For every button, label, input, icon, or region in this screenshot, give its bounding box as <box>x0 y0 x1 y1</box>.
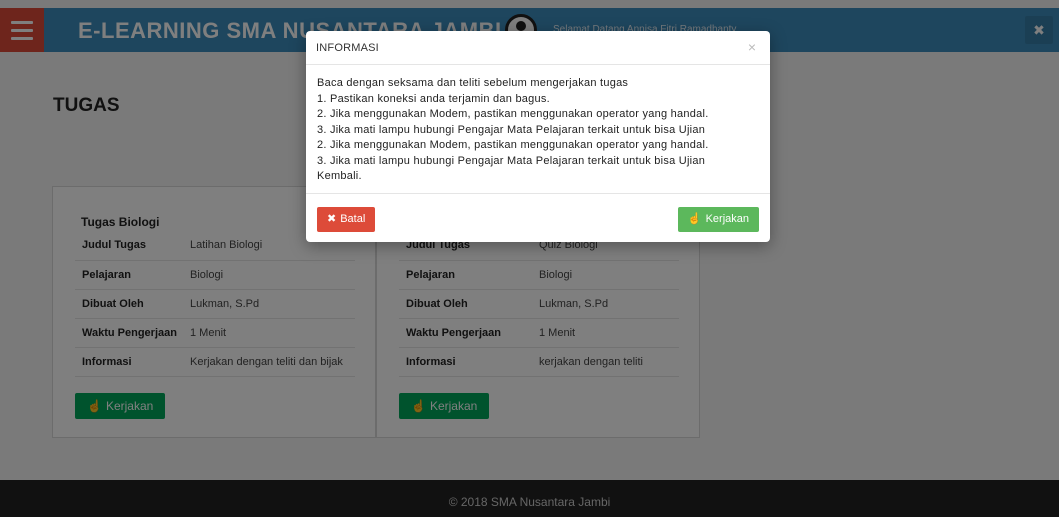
thumbs-up-icon: ☝ <box>687 213 702 225</box>
modal-footer: ✖ Batal ☝ Kerjakan <box>306 193 770 242</box>
modal-line: 3. Jika mati lampu hubungi Pengajar Mata… <box>317 123 706 136</box>
modal-header: INFORMASI × <box>306 31 770 65</box>
modal-line: 2. Jika menggunakan Modem, pastikan meng… <box>317 108 709 120</box>
modal-line: Baca dengan seksama dan teliti sebelum m… <box>317 77 629 89</box>
batal-button[interactable]: ✖ Batal <box>317 207 376 232</box>
info-modal: INFORMASI × Baca dengan seksama dan teli… <box>306 31 770 242</box>
modal-line: 1. Pastikan koneksi anda terjamin dan ba… <box>317 92 550 105</box>
close-icon[interactable]: × <box>748 39 756 55</box>
modal-line: 2. Jika menggunakan Modem, pastikan meng… <box>317 139 709 151</box>
kerjakan-confirm-button[interactable]: ☝ Kerjakan <box>677 207 759 232</box>
close-icon: ✖ <box>327 213 337 225</box>
batal-label: Batal <box>340 213 366 225</box>
modal-body: Baca dengan seksama dan teliti sebelum m… <box>317 76 762 185</box>
kerjakan-confirm-label: Kerjakan <box>705 213 749 225</box>
modal-title: INFORMASI <box>316 42 379 54</box>
modal-line: 3. Jika mati lampu hubungi Pengajar Mata… <box>317 154 706 167</box>
modal-line: Kembali. <box>317 170 362 182</box>
